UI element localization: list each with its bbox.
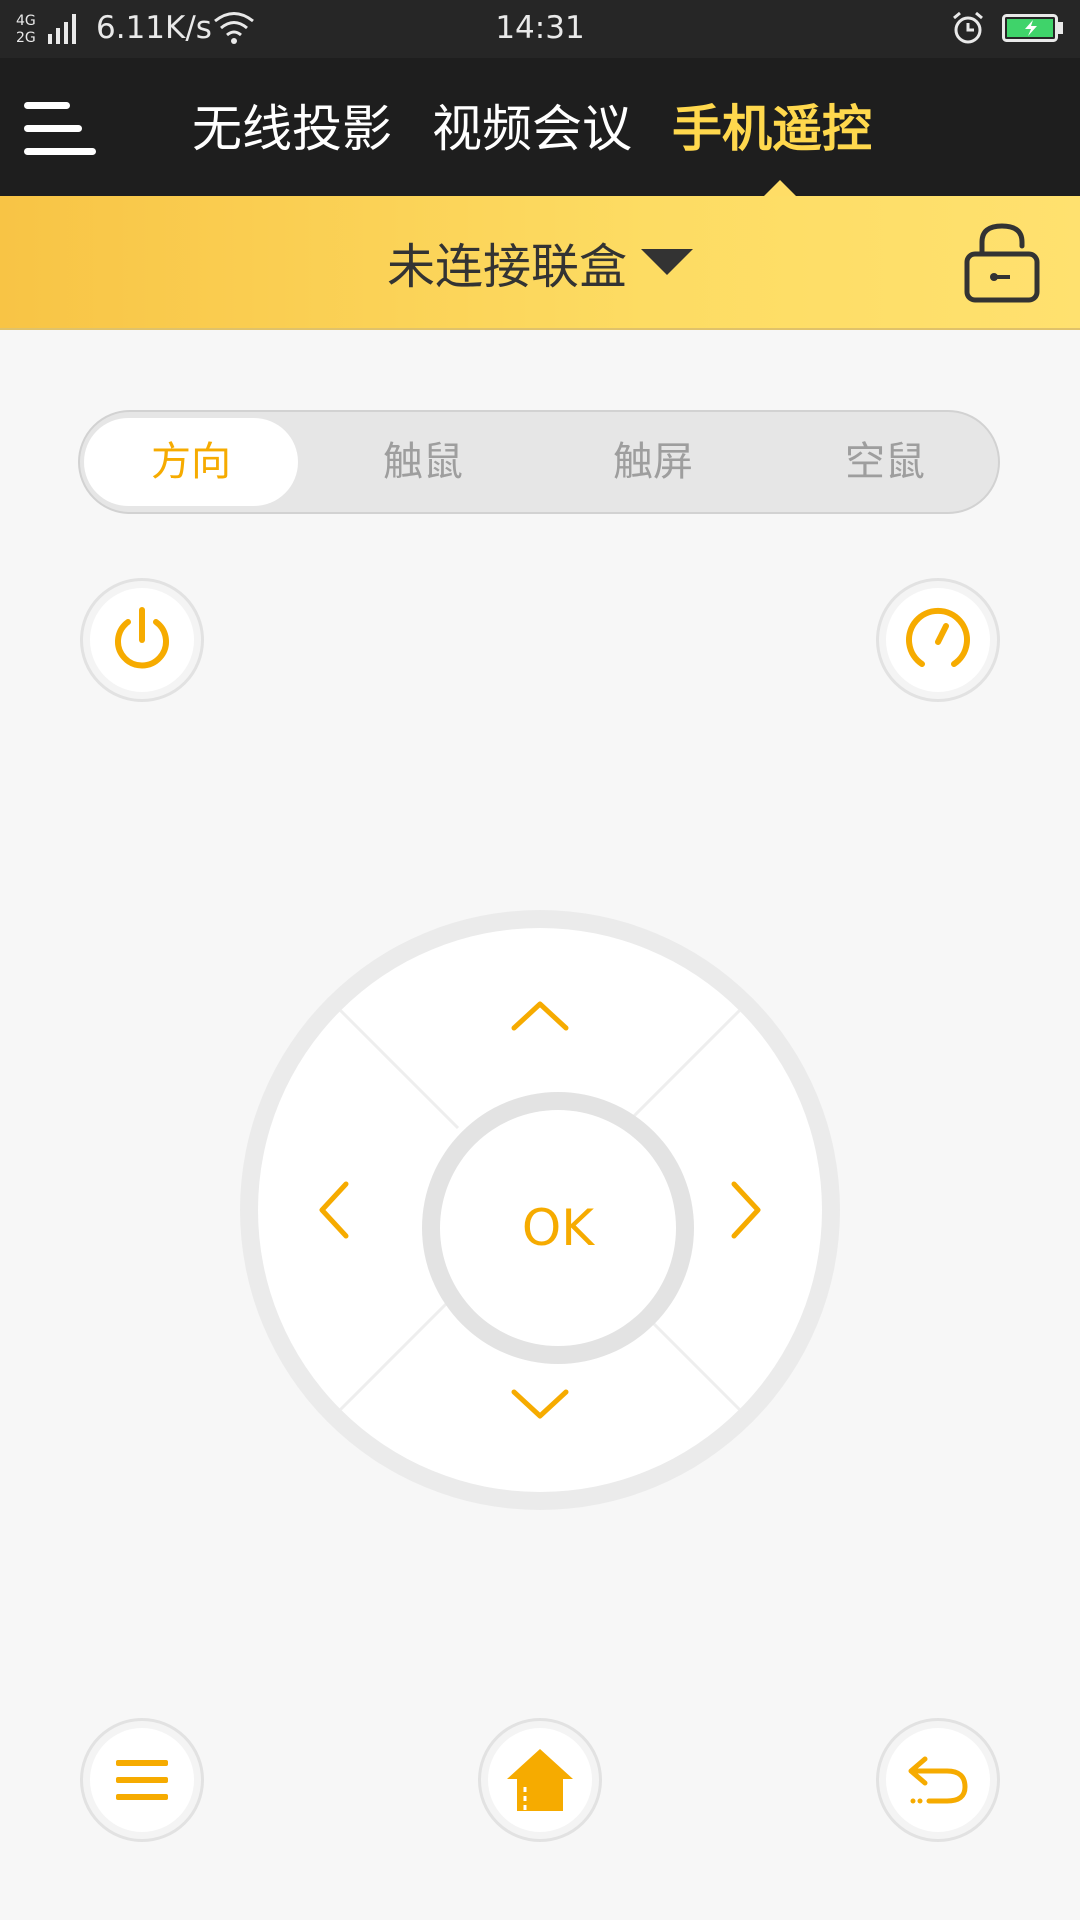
ok-button[interactable]: OK: [440, 1110, 676, 1346]
app-header: 无线投影 视频会议 手机遥控: [0, 58, 1080, 196]
triangle-down-icon: [641, 249, 693, 275]
direction-pad: OK: [240, 910, 840, 1510]
tab-phone-remote[interactable]: 手机遥控: [672, 94, 872, 164]
mode-direction[interactable]: 方向: [84, 418, 298, 506]
left-arrow-button[interactable]: [294, 1170, 374, 1250]
signal-icon: 4G 2G: [16, 13, 76, 46]
return-icon: [908, 1756, 968, 1804]
back-button[interactable]: [876, 1718, 1000, 1842]
status-bar: 4G 2G 6.11K/s 14:31: [0, 0, 1080, 58]
svg-text:2G: 2G: [16, 30, 36, 46]
power-button[interactable]: [80, 578, 204, 702]
home-icon: [507, 1749, 573, 1811]
right-arrow-button[interactable]: [706, 1170, 786, 1250]
network-speed: 6.11K/s: [96, 10, 212, 46]
ok-label: OK: [521, 1199, 595, 1257]
wifi-icon: [214, 12, 254, 44]
mode-touch-mouse[interactable]: 触鼠: [316, 418, 530, 506]
ok-button-ring: OK: [422, 1092, 694, 1364]
mode-air-mouse[interactable]: 空鼠: [778, 418, 992, 506]
down-arrow-button[interactable]: [500, 1364, 580, 1444]
connection-status: 未连接联盒: [386, 239, 627, 295]
direction-pad-face: OK: [258, 928, 822, 1492]
clock: 14:31: [495, 10, 585, 46]
unlock-icon[interactable]: [962, 220, 1042, 304]
speed-button[interactable]: [876, 578, 1000, 702]
device-selector[interactable]: 未连接联盒: [0, 196, 1080, 328]
mode-touch-screen[interactable]: 触屏: [546, 418, 760, 506]
mode-segment-control: 方向 触鼠 触屏 空鼠: [78, 410, 1000, 514]
tab-video-conference[interactable]: 视频会议: [432, 94, 632, 164]
svg-text:4G: 4G: [16, 13, 36, 29]
alarm-icon: [953, 11, 983, 44]
home-button[interactable]: [478, 1718, 602, 1842]
connection-bar: 未连接联盒: [0, 196, 1080, 330]
power-icon: [115, 607, 169, 669]
up-arrow-button[interactable]: [500, 976, 580, 1056]
menu-button[interactable]: [80, 1718, 204, 1842]
battery-charging-icon: [1002, 14, 1063, 42]
hamburger-menu-icon[interactable]: [20, 96, 100, 162]
menu-lines-icon: [116, 1760, 168, 1800]
gauge-icon: [906, 607, 970, 667]
active-tab-indicator: [764, 180, 796, 196]
tab-wireless-projection[interactable]: 无线投影: [192, 94, 392, 164]
